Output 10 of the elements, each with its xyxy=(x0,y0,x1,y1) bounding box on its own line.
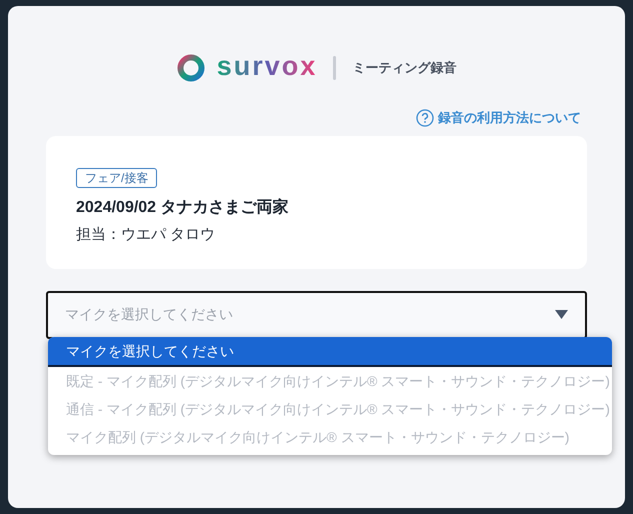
ring-logo-icon xyxy=(176,54,205,82)
app-subtitle: ミーティング録音 xyxy=(352,59,456,78)
assignee-text: 担当：ウエパ タロウ xyxy=(76,224,216,244)
meeting-title: 2024/09/02 タナカさまご両家 xyxy=(76,197,290,218)
caret-icon xyxy=(555,310,568,319)
help-icon xyxy=(416,108,434,127)
help-link[interactable]: 録音の利用方法について xyxy=(416,108,581,128)
category-tag: フェア/接客 xyxy=(76,168,158,188)
mic-select[interactable]: マイクを選択してください xyxy=(46,290,587,338)
dropdown-option[interactable]: マイクを選択してください xyxy=(48,337,612,367)
